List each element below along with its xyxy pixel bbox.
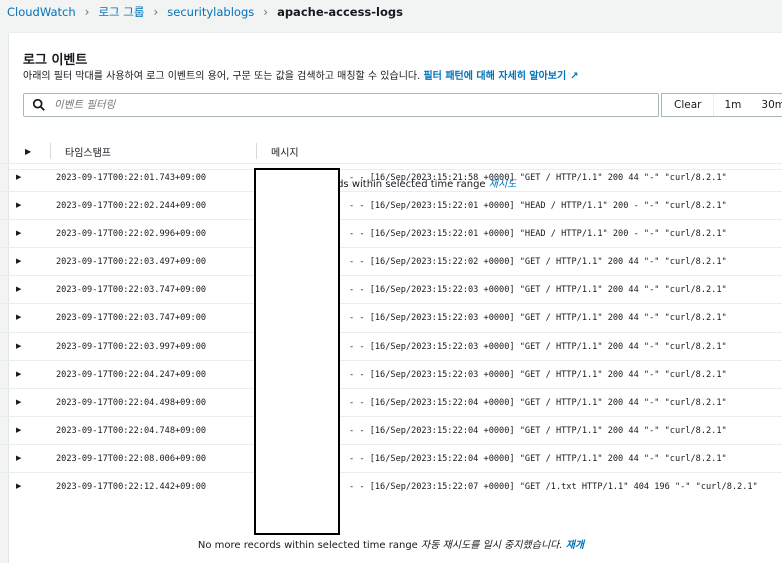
expand-row-icon[interactable]: ▶ — [16, 313, 21, 321]
row-timestamp: 2023-09-17T00:22:03.747+09:00 — [56, 313, 207, 324]
breadcrumb-log-groups[interactable]: 로그 그룹 — [98, 4, 144, 20]
row-message: - - [16/Sep/2023:15:22:01 +0000] "HEAD /… — [349, 229, 727, 240]
chevron-right-icon: › — [153, 5, 159, 19]
expand-all-icon[interactable]: ▶ — [25, 147, 31, 156]
breadcrumb-current: apache-access-logs — [277, 5, 403, 19]
breadcrumb-log-group[interactable]: securitylablogs — [167, 5, 254, 19]
row-timestamp: 2023-09-17T00:22:08.006+09:00 — [56, 453, 207, 464]
no-more-records-bottom: No more records within selected time ran… — [0, 536, 782, 551]
row-message: - - [16/Sep/2023:15:22:01 +0000] "HEAD /… — [349, 201, 727, 212]
expand-row-icon[interactable]: ▶ — [16, 426, 21, 434]
row-timestamp: 2023-09-17T00:22:04.498+09:00 — [56, 397, 207, 408]
expand-row-icon[interactable]: ▶ — [16, 201, 21, 209]
log-row[interactable]: ▶ 2023-09-17T00:22:03.747+09:00 - - [16/Se… — [0, 275, 782, 303]
row-timestamp: 2023-09-17T00:22:04.748+09:00 — [56, 425, 207, 436]
row-timestamp: 2023-09-17T00:22:01.743+09:00 — [56, 173, 207, 183]
chevron-right-icon: › — [263, 5, 269, 19]
log-row[interactable]: ▶ 2023-09-17T00:22:02.244+09:00 - - [16/Se… — [0, 191, 782, 219]
description-text: 아래의 필터 막대를 사용하여 로그 이벤트의 용어, 구문 또는 값을 검색하… — [23, 71, 421, 82]
log-rows: ▶ 2023-09-17T00:22:01.743+09:00 - - [16/Se… — [0, 163, 782, 500]
time-range-selector: Clear 1m 30m — [661, 93, 782, 117]
row-message: - - [16/Sep/2023:15:22:04 +0000] "GET / … — [349, 425, 727, 436]
log-row[interactable]: ▶ 2023-09-17T00:22:04.247+09:00 - - [16/Se… — [0, 359, 782, 388]
log-row[interactable]: ▶ 2023-09-17T00:22:01.743+09:00 - - [16/Se… — [0, 163, 782, 191]
expand-row-icon[interactable]: ▶ — [16, 398, 21, 406]
clear-button[interactable]: Clear — [662, 94, 715, 116]
row-message: - - [16/Sep/2023:15:22:03 +0000] "GET / … — [349, 341, 727, 352]
row-timestamp: 2023-09-17T00:22:02.996+09:00 — [56, 229, 207, 240]
column-header-timestamp[interactable]: 타임스탬프 — [65, 144, 111, 159]
expand-row-icon[interactable]: ▶ — [16, 454, 21, 462]
breadcrumb-cloudwatch[interactable]: CloudWatch — [7, 5, 76, 19]
row-message: - - [16/Sep/2023:15:22:04 +0000] "GET / … — [349, 453, 727, 464]
learn-more-label: 필터 패턴에 대해 자세히 알아보기 — [423, 71, 567, 82]
external-link-icon: ↗ — [570, 71, 579, 82]
row-timestamp: 2023-09-17T00:22:04.247+09:00 — [56, 369, 207, 380]
expand-row-icon[interactable]: ▶ — [16, 285, 21, 293]
range-1m[interactable]: 1m — [714, 99, 751, 111]
expand-row-icon[interactable]: ▶ — [16, 342, 21, 350]
log-row[interactable]: ▶ 2023-09-17T00:22:04.748+09:00 - - [16/Se… — [0, 415, 782, 444]
row-timestamp: 2023-09-17T00:22:02.244+09:00 — [56, 201, 207, 212]
learn-more-link[interactable]: 필터 패턴에 대해 자세히 알아보기 ↗ — [423, 71, 578, 82]
column-header-message[interactable]: 메시지 — [271, 144, 299, 159]
filter-events-input[interactable] — [52, 98, 616, 112]
row-message: - - [16/Sep/2023:15:21:58 +0000] "GET / … — [349, 173, 727, 183]
no-more-text: No more records within selected time ran… — [197, 540, 418, 551]
row-message: - - [16/Sep/2023:15:22:03 +0000] "GET / … — [349, 369, 727, 380]
redaction-box — [254, 168, 340, 535]
column-divider — [50, 143, 51, 159]
row-message: - - [16/Sep/2023:15:22:04 +0000] "GET / … — [349, 397, 727, 408]
log-row[interactable]: ▶ 2023-09-17T00:22:12.442+09:00 - - [16/Se… — [0, 472, 782, 500]
log-row[interactable]: ▶ 2023-09-17T00:22:03.497+09:00 - - [16/Se… — [0, 247, 782, 275]
paused-text: 자동 재시도를 일시 중지했습니다. — [421, 540, 563, 551]
chevron-right-icon: › — [84, 5, 90, 19]
row-message: - - [16/Sep/2023:15:22:07 +0000] "GET /1… — [349, 482, 758, 493]
search-icon — [32, 98, 45, 111]
row-message: - - [16/Sep/2023:15:22:03 +0000] "GET / … — [349, 313, 727, 324]
filter-events-search — [23, 93, 659, 117]
expand-row-icon[interactable]: ▶ — [16, 173, 21, 181]
expand-row-icon[interactable]: ▶ — [16, 482, 21, 490]
breadcrumb: CloudWatch › 로그 그룹 › securitylablogs › a… — [0, 0, 782, 24]
row-message: - - [16/Sep/2023:15:22:02 +0000] "GET / … — [349, 257, 727, 268]
expand-row-icon[interactable]: ▶ — [16, 229, 21, 237]
panel-description: 아래의 필터 막대를 사용하여 로그 이벤트의 용어, 구문 또는 값을 검색하… — [23, 67, 579, 82]
row-timestamp: 2023-09-17T00:22:03.747+09:00 — [56, 285, 207, 296]
row-timestamp: 2023-09-17T00:22:12.442+09:00 — [56, 482, 207, 493]
log-row[interactable]: ▶ 2023-09-17T00:22:04.498+09:00 - - [16/Se… — [0, 387, 782, 416]
log-row[interactable]: ▶ 2023-09-17T00:22:08.006+09:00 - - [16/Se… — [0, 443, 782, 472]
row-message: - - [16/Sep/2023:15:22:03 +0000] "GET / … — [349, 285, 727, 296]
range-30m[interactable]: 30m — [751, 99, 782, 111]
resume-link[interactable]: 재개 — [566, 540, 584, 551]
expand-row-icon[interactable]: ▶ — [16, 257, 21, 265]
row-timestamp: 2023-09-17T00:22:03.497+09:00 — [56, 257, 207, 268]
log-row[interactable]: ▶ 2023-09-17T00:22:02.996+09:00 - - [16/Se… — [0, 219, 782, 247]
panel-title: 로그 이벤트 — [23, 53, 88, 68]
row-timestamp: 2023-09-17T00:22:03.997+09:00 — [56, 341, 207, 352]
expand-row-icon[interactable]: ▶ — [16, 370, 21, 378]
log-row[interactable]: ▶ 2023-09-17T00:22:03.747+09:00 - - [16/Se… — [0, 303, 782, 331]
log-row[interactable]: ▶ 2023-09-17T00:22:03.997+09:00 - - [16/Se… — [0, 331, 782, 360]
column-divider — [256, 143, 257, 159]
